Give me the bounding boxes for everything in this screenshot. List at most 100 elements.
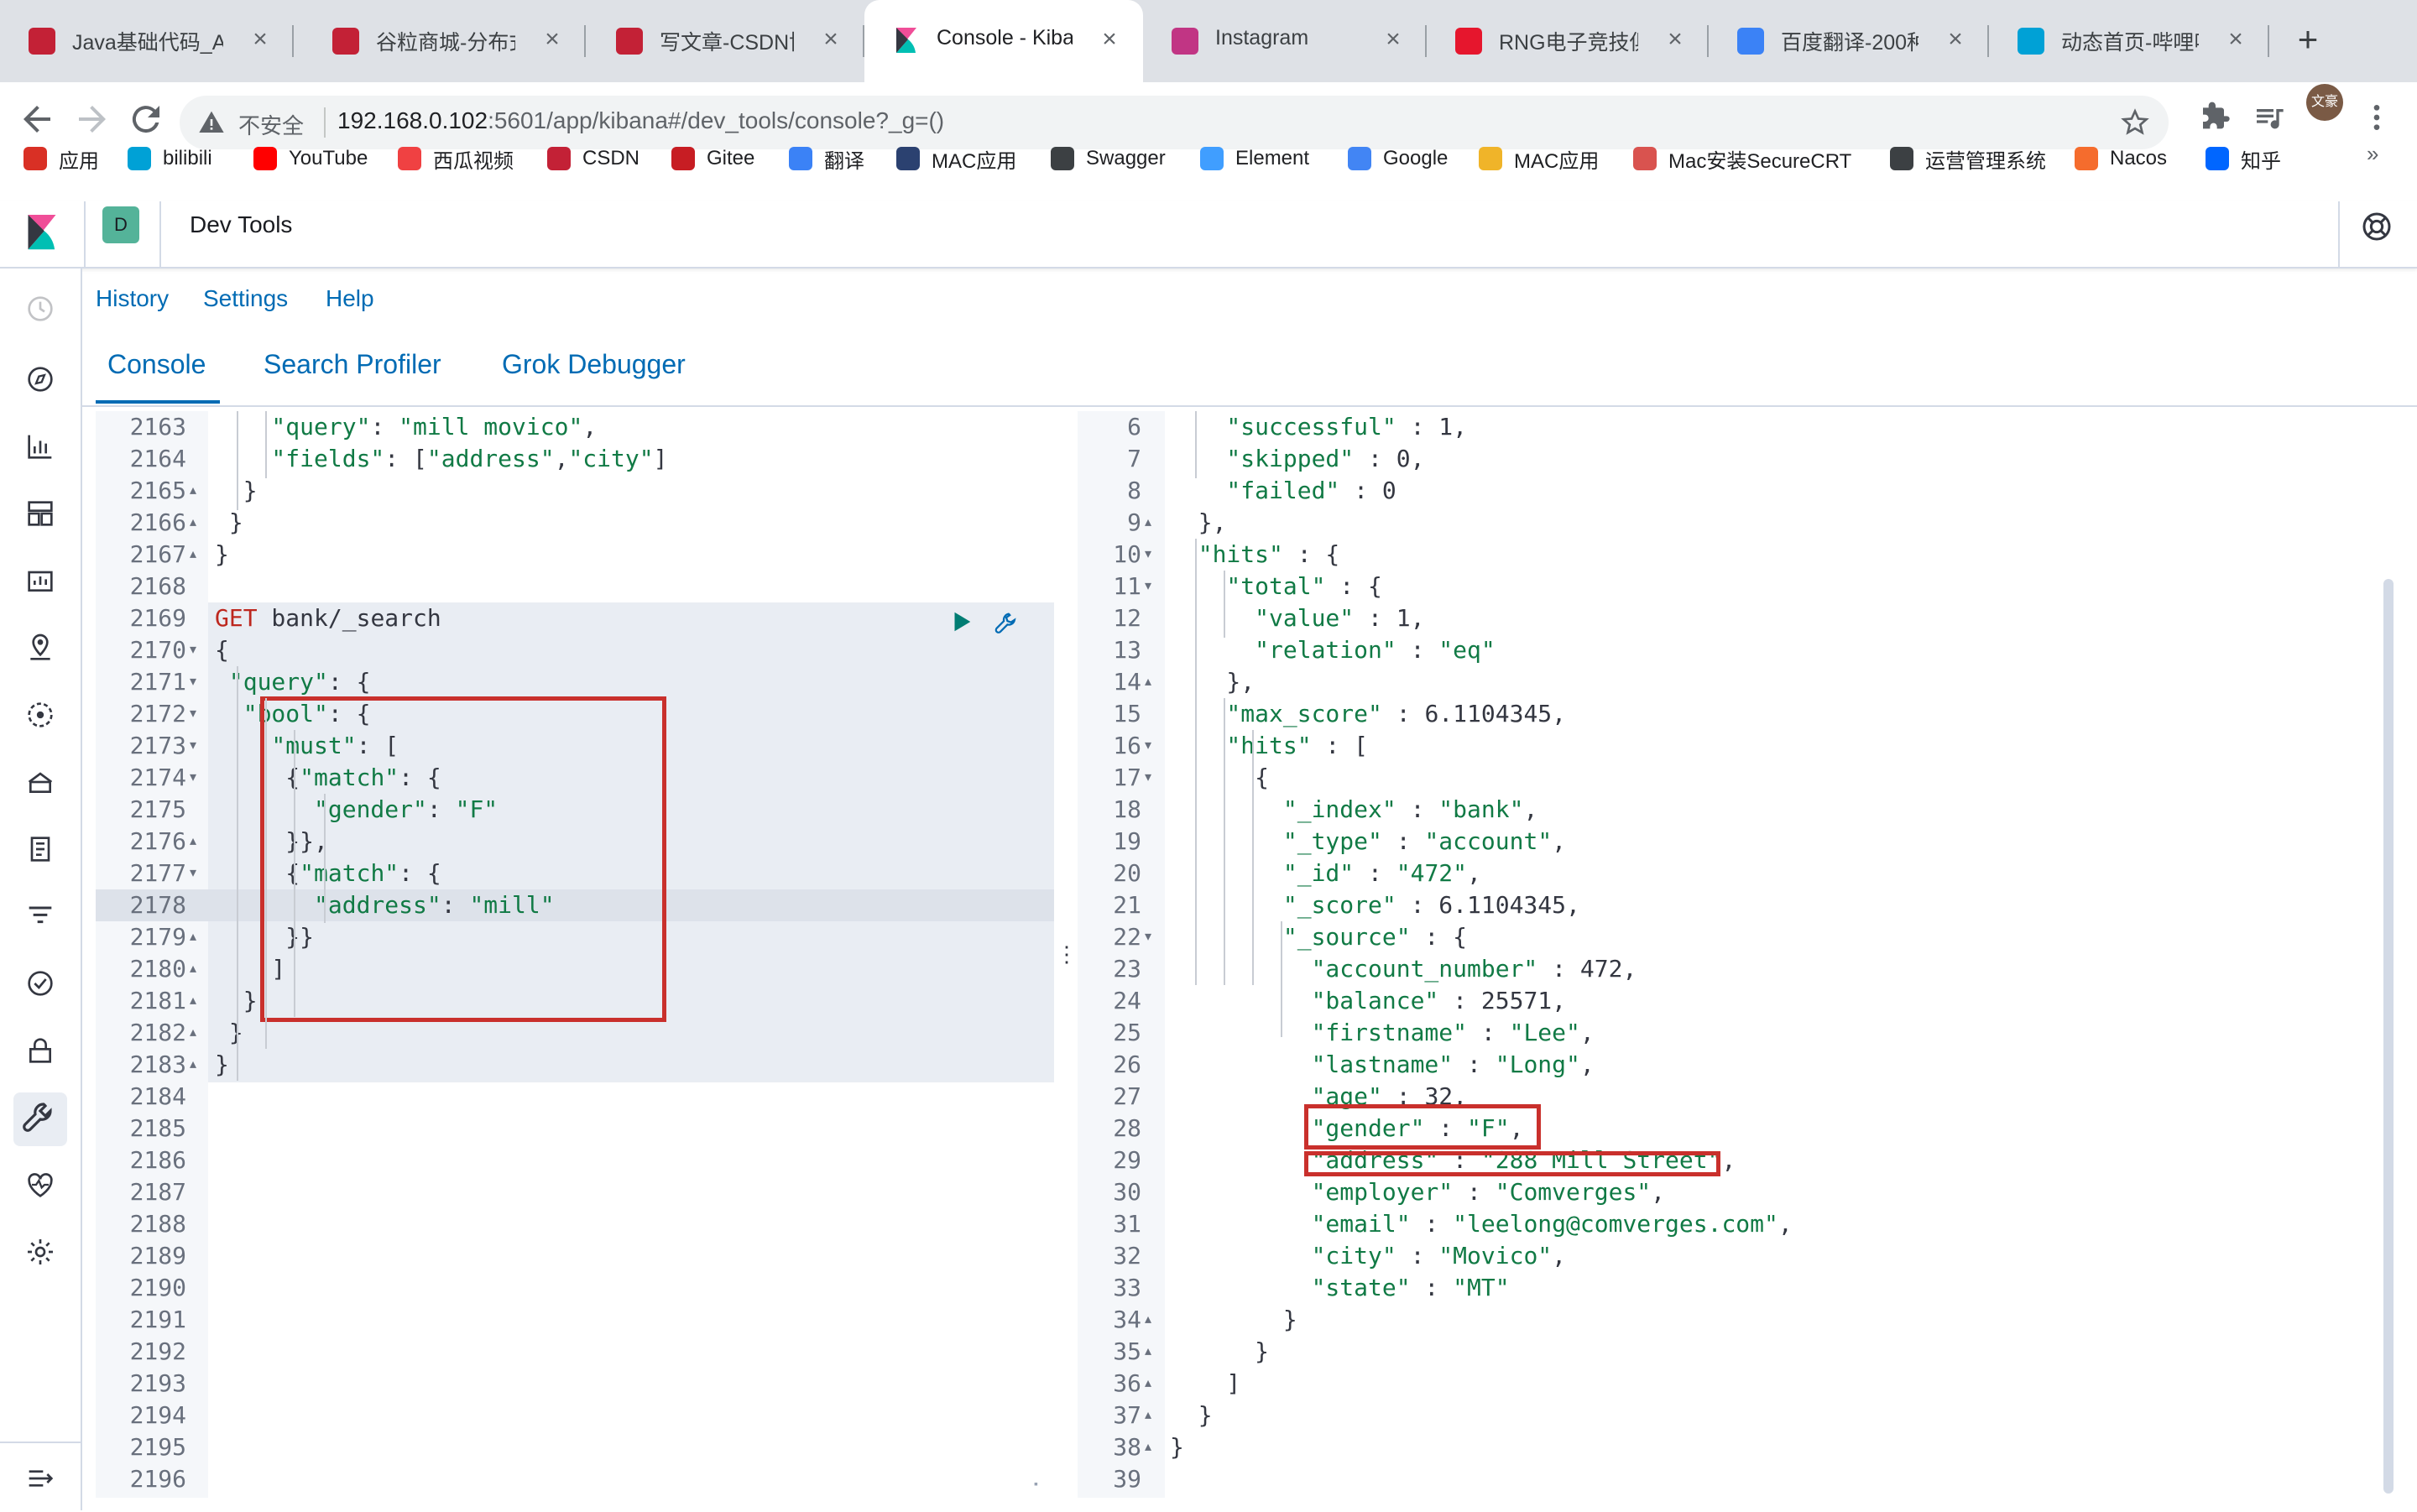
fold-open-icon[interactable]: ▾: [1145, 571, 1151, 602]
fold-close-icon[interactable]: ▴: [190, 507, 196, 539]
siem-icon[interactable]: [23, 1034, 57, 1067]
logs-icon[interactable]: [23, 832, 57, 866]
bookmarks-more-button[interactable]: »: [2367, 141, 2378, 167]
bookmark-item[interactable]: 应用: [23, 144, 99, 173]
history-link[interactable]: History: [96, 285, 169, 312]
bookmark-item[interactable]: bilibili: [128, 144, 212, 173]
browser-tab[interactable]: Console - Kibana ×: [864, 0, 1143, 82]
space-avatar[interactable]: D: [102, 206, 139, 243]
tab-close-icon[interactable]: ×: [1940, 24, 1971, 55]
machine-learning-icon[interactable]: [23, 698, 57, 732]
bookmark-item[interactable]: Mac安装SecureCRT: [1633, 144, 1851, 173]
fold-open-icon[interactable]: ▾: [190, 666, 196, 698]
tab-close-icon[interactable]: ×: [816, 24, 846, 55]
browser-tab[interactable]: 谷粒商城-分布式高 ×: [304, 0, 586, 82]
fold-close-icon[interactable]: ▴: [1145, 507, 1151, 539]
tab-close-icon[interactable]: ×: [2221, 24, 2251, 55]
fold-open-icon[interactable]: ▾: [1145, 539, 1151, 571]
fold-close-icon[interactable]: ▴: [1145, 1336, 1151, 1368]
fold-close-icon[interactable]: ▴: [190, 826, 196, 858]
extensions-icon[interactable]: [2199, 101, 2232, 134]
fold-open-icon[interactable]: ▾: [190, 698, 196, 730]
discover-icon[interactable]: [23, 362, 57, 396]
fold-close-icon[interactable]: ▴: [1145, 1304, 1151, 1336]
profile-avatar[interactable]: 文豪: [2306, 84, 2343, 121]
collapse-nav-button[interactable]: [0, 1442, 81, 1512]
fold-open-icon[interactable]: ▾: [1145, 921, 1151, 953]
fold-open-icon[interactable]: ▾: [1145, 762, 1151, 794]
bookmark-item[interactable]: MAC应用: [896, 144, 1016, 173]
tab-search-profiler[interactable]: Search Profiler: [264, 349, 441, 380]
maps-icon[interactable]: [23, 631, 57, 665]
help-menu-icon[interactable]: [2360, 210, 2394, 243]
bookmark-item[interactable]: 翻译: [789, 144, 864, 173]
bookmark-item[interactable]: Swagger: [1051, 144, 1166, 173]
bookmark-item[interactable]: 知乎: [2206, 144, 2281, 173]
fold-close-icon[interactable]: ▴: [190, 921, 196, 953]
back-button[interactable]: [17, 99, 57, 139]
bookmark-item[interactable]: YouTube: [253, 144, 368, 173]
fold-open-icon[interactable]: ▾: [190, 730, 196, 762]
bookmark-item[interactable]: Gitee: [671, 144, 754, 173]
fold-close-icon[interactable]: ▴: [190, 985, 196, 1017]
management-gear-icon[interactable]: [23, 1235, 57, 1269]
fold-open-icon[interactable]: ▾: [190, 634, 196, 666]
panel-resizer[interactable]: ⋮: [1056, 941, 1078, 975]
tab-grok-debugger[interactable]: Grok Debugger: [502, 349, 686, 380]
stack-monitoring-icon[interactable]: [23, 1168, 57, 1202]
browser-tab[interactable]: 写文章-CSDN博客 ×: [587, 0, 864, 82]
browser-tab[interactable]: Java基础代码_Aco ×: [0, 0, 294, 82]
tab-close-icon[interactable]: ×: [245, 24, 275, 55]
fold-close-icon[interactable]: ▴: [190, 1049, 196, 1081]
visualize-icon[interactable]: [23, 430, 57, 463]
bookmark-item[interactable]: Google: [1348, 144, 1448, 173]
fold-close-icon[interactable]: ▴: [1145, 666, 1151, 698]
fold-close-icon[interactable]: ▴: [1145, 1400, 1151, 1431]
fold-close-icon[interactable]: ▴: [190, 1017, 196, 1049]
fold-close-icon[interactable]: ▴: [1145, 1368, 1151, 1400]
canvas-icon[interactable]: [23, 564, 57, 597]
new-tab-button[interactable]: +: [2289, 22, 2326, 59]
browser-tab[interactable]: 动态首页-哔哩哔哩 ×: [1989, 0, 2269, 82]
fold-open-icon[interactable]: ▾: [190, 762, 196, 794]
tab-close-icon[interactable]: ×: [1660, 24, 1690, 55]
recently-viewed-icon[interactable]: [23, 292, 57, 326]
bookmark-item[interactable]: CSDN: [547, 144, 639, 173]
code-token: ,: [1579, 1019, 1595, 1046]
infrastructure-icon[interactable]: [23, 765, 57, 799]
fold-close-icon[interactable]: ▴: [190, 475, 196, 507]
fold-open-icon[interactable]: ▾: [1145, 730, 1151, 762]
dev-tools-nav-item[interactable]: [13, 1092, 67, 1146]
tab-close-icon[interactable]: ×: [1094, 24, 1125, 55]
dashboard-icon[interactable]: [23, 497, 57, 530]
apm-icon[interactable]: [23, 899, 57, 933]
browser-tab[interactable]: 百度翻译-200种语 ×: [1709, 0, 1989, 82]
bookmark-item[interactable]: MAC应用: [1479, 144, 1599, 173]
send-request-play-icon[interactable]: [948, 609, 974, 634]
fold-open-icon[interactable]: ▾: [190, 858, 196, 889]
editor-resize-grip[interactable]: ▪: [1034, 1477, 1046, 1490]
media-control-icon[interactable]: [2253, 101, 2286, 134]
uptime-icon[interactable]: [23, 967, 57, 1000]
tab-console[interactable]: Console: [107, 349, 206, 380]
request-actions-wrench-icon[interactable]: [992, 609, 1021, 638]
bookmark-item[interactable]: 运营管理系统: [1890, 144, 2046, 173]
browser-tab[interactable]: Instagram ×: [1143, 0, 1427, 82]
tab-close-icon[interactable]: ×: [1378, 24, 1408, 55]
bookmark-item[interactable]: Element: [1200, 144, 1309, 173]
reload-button[interactable]: [126, 99, 166, 139]
kibana-logo-icon[interactable]: [23, 215, 60, 252]
response-scrollbar[interactable]: [2383, 579, 2394, 1494]
fold-close-icon[interactable]: ▴: [1145, 1431, 1151, 1463]
browser-tab[interactable]: RNG电子竞技俱乐 ×: [1427, 0, 1709, 82]
help-link[interactable]: Help: [326, 285, 374, 312]
bookmark-item[interactable]: Nacos: [2075, 144, 2167, 173]
forward-button[interactable]: [72, 99, 112, 139]
bookmark-item[interactable]: 西瓜视频: [398, 144, 514, 173]
fold-close-icon[interactable]: ▴: [190, 953, 196, 985]
bookmark-star-icon[interactable]: [2120, 107, 2150, 138]
fold-close-icon[interactable]: ▴: [190, 539, 196, 571]
tab-close-icon[interactable]: ×: [537, 24, 567, 55]
settings-link[interactable]: Settings: [203, 285, 288, 312]
more-menu-icon[interactable]: [2360, 101, 2394, 134]
